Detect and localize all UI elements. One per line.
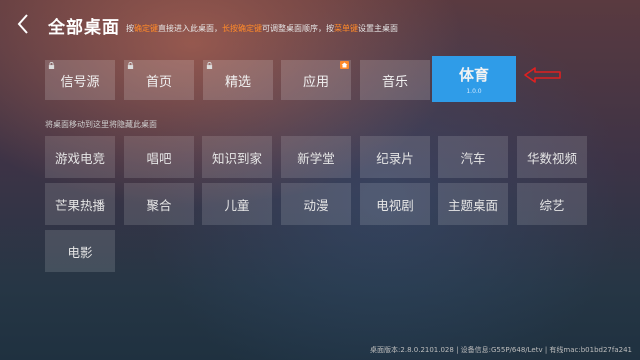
left-arrow-icon bbox=[524, 67, 561, 83]
desktop-tile[interactable]: 首页 bbox=[124, 60, 194, 100]
hidden-desktop-tile[interactable]: 动漫 bbox=[281, 183, 351, 225]
hint-highlight: 确定键 bbox=[134, 24, 158, 33]
hidden-desktop-tile[interactable]: 游戏电竞 bbox=[45, 136, 115, 178]
header: 全部桌面 按确定键直接进入此桌面，长按确定键可调整桌面顺序，按菜单键设置主桌面 bbox=[0, 0, 640, 50]
device-info-footer: 桌面版本:2.8.0.2101.028 | 设备信息:G55P/648/Letv… bbox=[370, 346, 632, 354]
lock-icon bbox=[48, 62, 55, 69]
desktop-tile-label: 体育 bbox=[458, 65, 489, 84]
desktop-tile[interactable]: 精选 bbox=[203, 60, 273, 100]
back-button[interactable] bbox=[10, 10, 36, 38]
lock-icon bbox=[127, 62, 134, 69]
desktop-tile-label: 应用 bbox=[302, 74, 329, 90]
desktop-tile[interactable]: 信号源 bbox=[45, 60, 115, 100]
hidden-desktop-tile[interactable]: 知识到家 bbox=[202, 136, 272, 178]
hidden-desktop-tile[interactable]: 纪录片 bbox=[360, 136, 430, 178]
back-chevron-icon bbox=[17, 14, 28, 34]
desktop-version: 1.0.0 bbox=[466, 87, 482, 95]
hint-text: 可调整桌面顺序，按 bbox=[262, 24, 334, 33]
desktop-tile-label: 信号源 bbox=[60, 74, 100, 90]
page-title: 全部桌面 bbox=[48, 18, 120, 38]
hidden-desktop-tile[interactable]: 芒果热播 bbox=[45, 183, 115, 225]
hidden-desktop-tile[interactable]: 唱吧 bbox=[124, 136, 194, 178]
hint-text: 设置主桌面 bbox=[358, 24, 398, 33]
hidden-desktop-tile[interactable]: 儿童 bbox=[202, 183, 272, 225]
desktop-tile[interactable]: 应用 bbox=[281, 60, 351, 100]
desktop-tile-label: 精选 bbox=[224, 74, 251, 90]
hidden-desktop-tile[interactable]: 新学堂 bbox=[281, 136, 351, 178]
hidden-desktop-tile[interactable]: 华数视频 bbox=[517, 136, 587, 178]
hint-text: 按 bbox=[126, 24, 134, 33]
hidden-desktop-tile[interactable]: 电视剧 bbox=[360, 183, 430, 225]
hidden-desktop-tile[interactable]: 电影 bbox=[45, 230, 115, 272]
hidden-desktop-tile[interactable]: 聚合 bbox=[124, 183, 194, 225]
desktop-tile-focused[interactable]: 体育 1.0.0 bbox=[432, 56, 516, 102]
hint-highlight: 菜单键 bbox=[334, 24, 358, 33]
hidden-desktop-tile[interactable]: 汽车 bbox=[438, 136, 508, 178]
lock-icon bbox=[206, 62, 213, 69]
desktop-tile-label: 音乐 bbox=[381, 74, 408, 90]
hidden-desktop-tile[interactable]: 主题桌面 bbox=[438, 183, 508, 225]
desktop-tile-label: 首页 bbox=[145, 74, 172, 90]
home-badge-icon bbox=[340, 61, 349, 69]
desktop-tile[interactable]: 音乐 bbox=[360, 60, 430, 100]
hint-text: 直接进入此桌面， bbox=[158, 24, 222, 33]
hidden-section-label: 将桌面移动到这里将隐藏此桌面 bbox=[45, 120, 157, 129]
instruction-hint: 按确定键直接进入此桌面，长按确定键可调整桌面顺序，按菜单键设置主桌面 bbox=[126, 23, 398, 34]
hidden-desktop-tile[interactable]: 综艺 bbox=[517, 183, 587, 225]
hint-highlight: 长按确定键 bbox=[222, 24, 262, 33]
